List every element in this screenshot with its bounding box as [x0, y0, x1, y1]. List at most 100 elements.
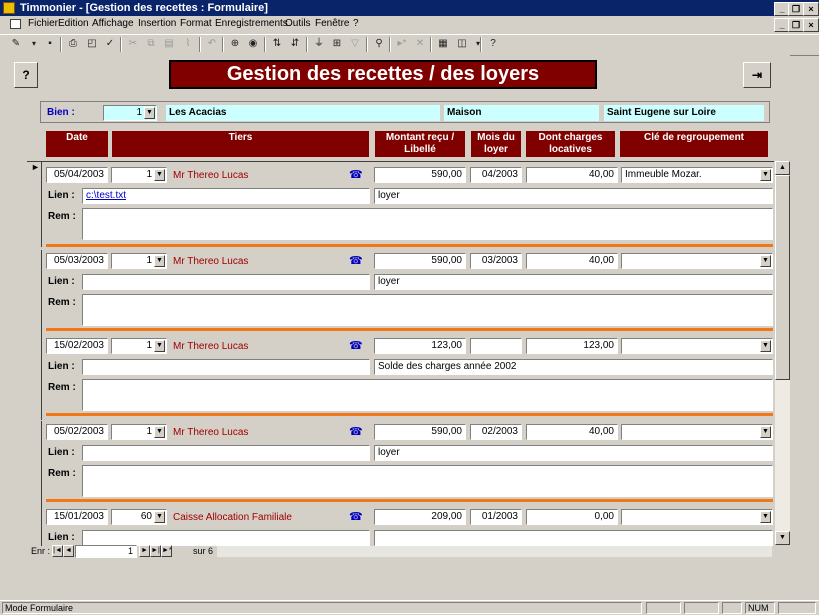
- dropdown-arrow-icon[interactable]: ▾: [26, 37, 42, 51]
- filter-by-form-icon[interactable]: ⊞: [329, 37, 345, 51]
- montant-field[interactable]: 590,00: [374, 253, 466, 269]
- rem-field[interactable]: [82, 379, 773, 411]
- web-toolbar-icon[interactable]: ◉: [245, 37, 261, 51]
- design-view-icon[interactable]: ✎: [8, 37, 24, 51]
- chevron-down-icon[interactable]: ▼: [760, 255, 771, 267]
- chevron-down-icon[interactable]: ▼: [760, 169, 771, 181]
- chevron-down-icon[interactable]: ▼: [760, 340, 771, 352]
- date-field[interactable]: 05/02/2003: [46, 424, 108, 440]
- libelle-field[interactable]: [374, 530, 773, 546]
- close-button[interactable]: ×: [803, 2, 819, 16]
- lien-field[interactable]: [82, 445, 370, 461]
- sort-descending-icon[interactable]: ⇵: [287, 37, 303, 51]
- chevron-down-icon[interactable]: ▼: [154, 511, 165, 523]
- exit-button[interactable]: ⇥: [743, 62, 771, 88]
- chevron-down-icon[interactable]: ▼: [760, 511, 771, 523]
- form-doc-icon[interactable]: [10, 19, 21, 29]
- save-icon[interactable]: ▪: [42, 37, 58, 51]
- sort-ascending-icon[interactable]: ⇅: [269, 37, 285, 51]
- menu-outils[interactable]: Outils: [285, 18, 311, 29]
- vertical-scrollbar[interactable]: ▲ ▼: [774, 161, 790, 545]
- new-record-nav-icon[interactable]: ►*: [161, 545, 172, 557]
- delete-record-icon[interactable]: ✕: [412, 37, 428, 51]
- record-selector[interactable]: [27, 421, 42, 506]
- help-icon[interactable]: ?: [485, 37, 501, 51]
- date-field[interactable]: 15/01/2003: [46, 509, 108, 525]
- date-field[interactable]: 05/03/2003: [46, 253, 108, 269]
- mois-field[interactable]: 01/2003: [470, 509, 522, 525]
- montant-field[interactable]: 590,00: [374, 167, 466, 183]
- help-button[interactable]: ?: [14, 62, 38, 88]
- database-window-icon[interactable]: ▦: [435, 37, 451, 51]
- libelle-field[interactable]: loyer: [374, 445, 773, 461]
- tiers-combo[interactable]: 1 ▼: [111, 253, 167, 269]
- find-icon[interactable]: ⚲: [371, 37, 387, 51]
- phone-icon[interactable]: ☎: [349, 425, 363, 438]
- paste-icon[interactable]: ▤: [161, 37, 177, 51]
- record-selector[interactable]: ►: [27, 162, 42, 247]
- first-record-icon[interactable]: |◄: [52, 545, 63, 557]
- montant-field[interactable]: 209,00: [374, 509, 466, 525]
- lien-field[interactable]: [82, 359, 370, 375]
- new-object-dropdown-icon[interactable]: ▾: [470, 37, 486, 51]
- lien-field[interactable]: [82, 274, 370, 290]
- charges-field[interactable]: 40,00: [526, 253, 618, 269]
- chevron-down-icon[interactable]: ▼: [760, 426, 771, 438]
- libelle-field[interactable]: loyer: [374, 188, 773, 204]
- record-selector[interactable]: [27, 506, 42, 546]
- charges-field[interactable]: 40,00: [526, 424, 618, 440]
- menu-edition[interactable]: Edition: [58, 18, 89, 29]
- insert-hyperlink-icon[interactable]: ⊕: [227, 37, 243, 51]
- cut-icon[interactable]: ✂: [125, 37, 141, 51]
- horizontal-scrollbar[interactable]: [217, 546, 772, 557]
- record-number-input[interactable]: 1: [75, 545, 137, 558]
- mois-field[interactable]: 04/2003: [470, 167, 522, 183]
- tiers-combo[interactable]: 1 ▼: [111, 338, 167, 354]
- record-selector[interactable]: [27, 250, 42, 335]
- lien-field[interactable]: [82, 530, 370, 546]
- menu-enregistrements[interactable]: Enregistrements: [215, 18, 288, 29]
- menu-format[interactable]: Format: [180, 18, 212, 29]
- spelling-icon[interactable]: ✓: [102, 37, 118, 51]
- record-selector[interactable]: [27, 335, 42, 420]
- menu-affichage[interactable]: Affichage: [92, 18, 134, 29]
- charges-field[interactable]: 123,00: [526, 338, 618, 354]
- rem-field[interactable]: [82, 465, 773, 497]
- charges-field[interactable]: 0,00: [526, 509, 618, 525]
- child-restore-button[interactable]: ❐: [788, 18, 804, 32]
- chevron-down-icon[interactable]: ▼: [154, 426, 165, 438]
- copy-icon[interactable]: ⧉: [143, 37, 159, 51]
- tiers-combo[interactable]: 1 ▼: [111, 167, 167, 183]
- phone-icon[interactable]: ☎: [349, 510, 363, 523]
- format-painter-icon[interactable]: ⌇: [180, 37, 196, 51]
- child-close-button[interactable]: ×: [803, 18, 819, 32]
- undo-icon[interactable]: ↶: [204, 37, 220, 51]
- cle-combo[interactable]: Immeuble Mozar. ▼: [621, 167, 773, 183]
- menu-fichier[interactable]: Fichier: [28, 18, 58, 29]
- restore-button[interactable]: ❐: [788, 2, 804, 16]
- next-record-icon[interactable]: ►: [139, 545, 150, 557]
- cle-combo[interactable]: ▼: [621, 424, 773, 440]
- chevron-down-icon[interactable]: ▼: [154, 169, 165, 181]
- mois-field[interactable]: 03/2003: [470, 253, 522, 269]
- phone-icon[interactable]: ☎: [349, 254, 363, 267]
- scroll-down-icon[interactable]: ▼: [775, 531, 790, 545]
- mois-field[interactable]: 02/2003: [470, 424, 522, 440]
- chevron-down-icon[interactable]: ▼: [154, 255, 165, 267]
- bien-combo[interactable]: 1 ▼: [103, 105, 157, 121]
- lien-link[interactable]: c:\test.txt: [86, 190, 126, 201]
- cle-combo[interactable]: ▼: [621, 338, 773, 354]
- apply-filter-icon[interactable]: ▽: [347, 37, 363, 51]
- new-record-icon[interactable]: ▸*: [394, 37, 410, 51]
- menu-help[interactable]: ?: [353, 18, 359, 29]
- date-field[interactable]: 05/04/2003: [46, 167, 108, 183]
- previous-record-icon[interactable]: ◄: [63, 545, 74, 557]
- rem-field[interactable]: [82, 294, 773, 326]
- charges-field[interactable]: 40,00: [526, 167, 618, 183]
- filter-by-selection-icon[interactable]: ⏚: [311, 37, 327, 51]
- chevron-down-icon[interactable]: ▼: [144, 107, 155, 119]
- cle-combo[interactable]: ▼: [621, 253, 773, 269]
- date-field[interactable]: 15/02/2003: [46, 338, 108, 354]
- last-record-icon[interactable]: ►|: [150, 545, 161, 557]
- phone-icon[interactable]: ☎: [349, 168, 363, 181]
